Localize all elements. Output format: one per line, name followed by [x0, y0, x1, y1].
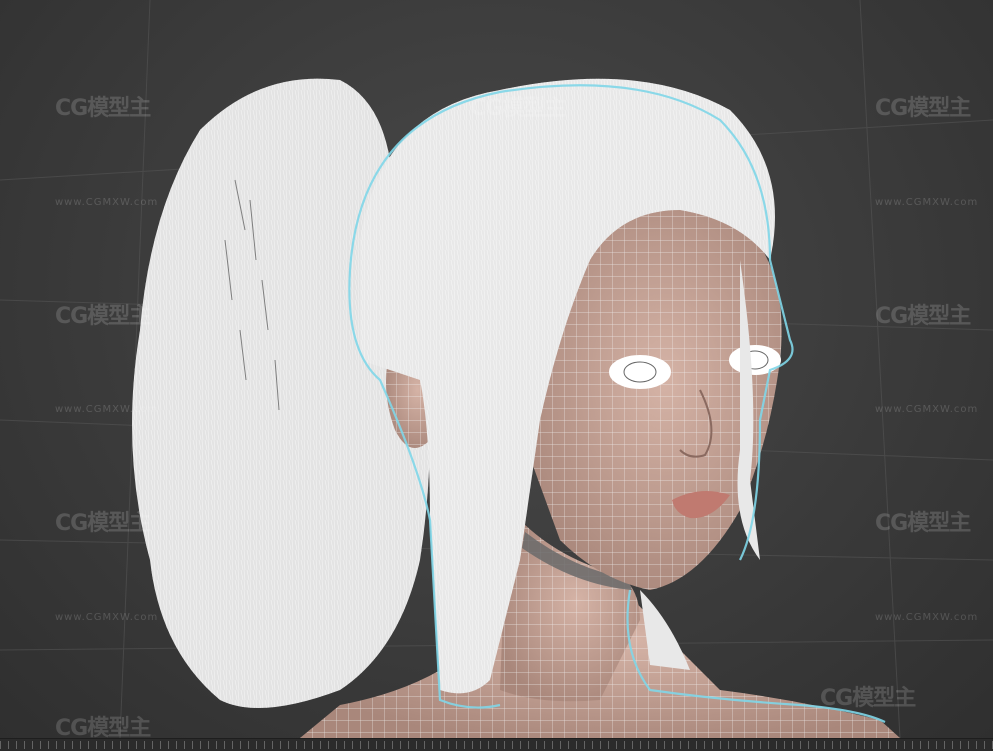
3d-viewport[interactable]: CG模型主 www.CGMXW.com CG模型主 CG模型主 www.CGMX… [0, 0, 993, 738]
timeline-bar[interactable] [0, 738, 993, 751]
left-eye [609, 355, 671, 389]
viewport-scene[interactable] [0, 0, 993, 738]
timeline-ruler-icon [0, 741, 993, 749]
